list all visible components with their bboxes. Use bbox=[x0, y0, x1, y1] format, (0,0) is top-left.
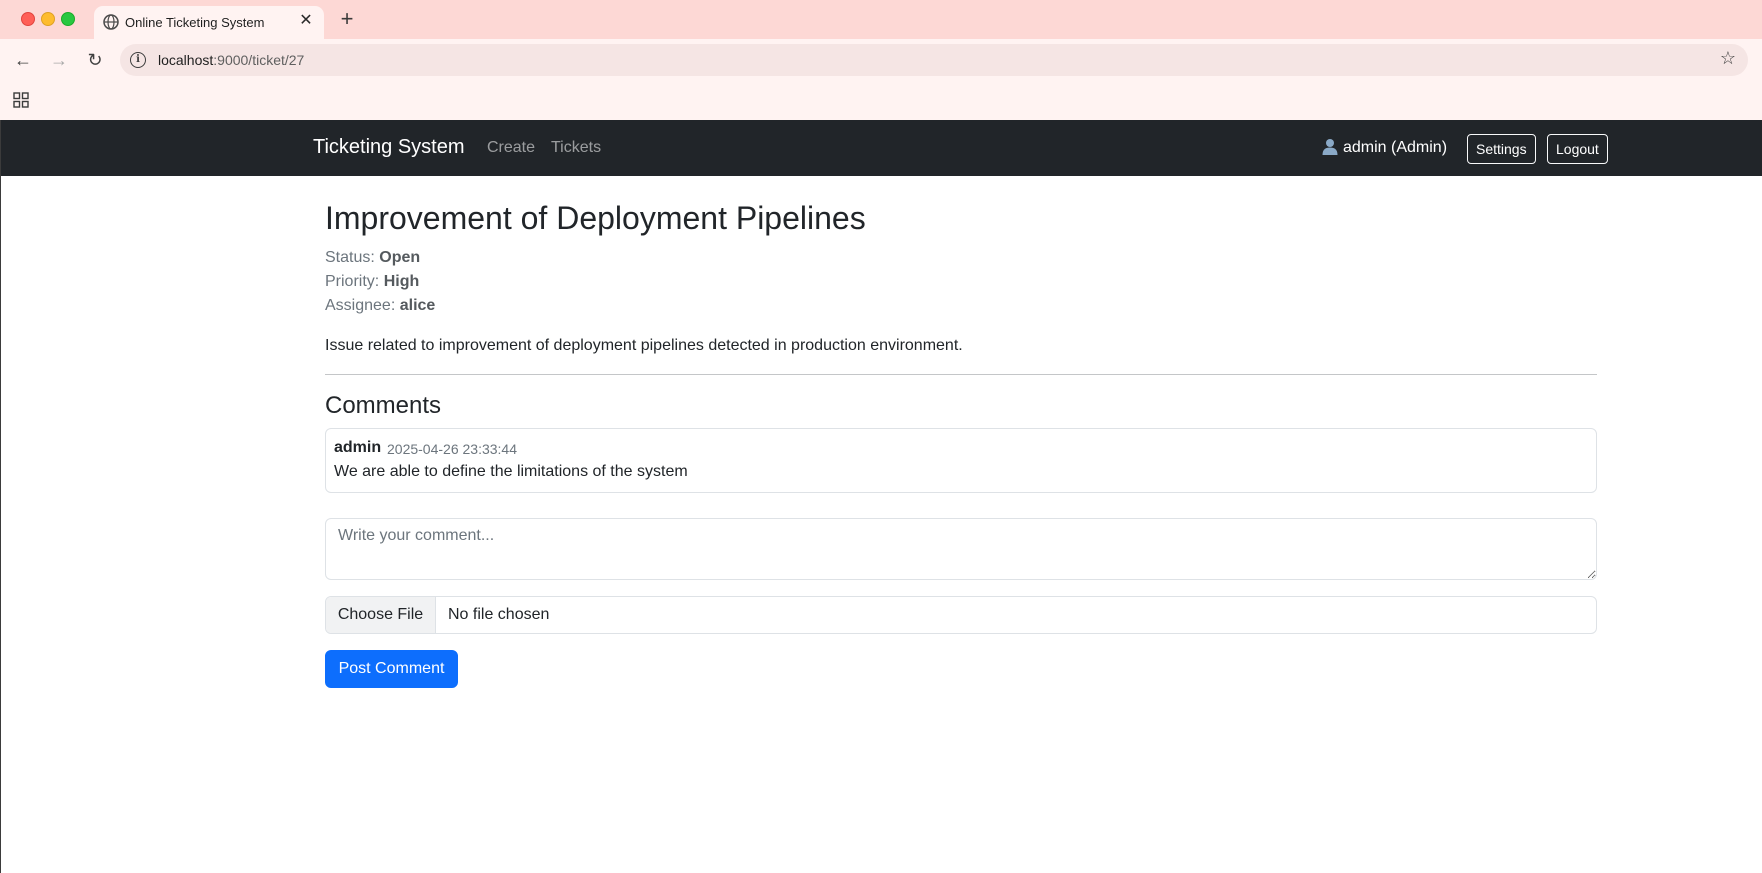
browser-toolbar: ← → ↻ i localhost:9000/ticket/27 ☆ bbox=[0, 39, 1762, 81]
user-name: admin (Admin) bbox=[1343, 139, 1448, 156]
info-icon[interactable]: i bbox=[130, 52, 146, 68]
reload-icon[interactable]: ↻ bbox=[82, 47, 108, 73]
divider bbox=[325, 374, 1597, 375]
brand-link[interactable]: Ticketing System bbox=[313, 136, 465, 159]
close-tab-icon[interactable]: ✕ bbox=[296, 11, 316, 31]
window-edge bbox=[0, 120, 1, 873]
priority-value: High bbox=[383, 273, 420, 290]
file-upload-field[interactable]: Choose File No file chosen bbox=[325, 596, 1597, 634]
settings-button[interactable]: Settings bbox=[1467, 134, 1536, 164]
status-value: Open bbox=[379, 249, 421, 266]
logout-button[interactable]: Logout bbox=[1547, 134, 1608, 164]
file-status: No file chosen bbox=[448, 606, 550, 623]
apps-icon[interactable] bbox=[13, 92, 29, 108]
comment-input[interactable] bbox=[325, 518, 1597, 580]
comments-heading: Comments bbox=[325, 392, 442, 419]
ticket-status: Status: Open bbox=[325, 249, 420, 267]
tab-title: Online Ticketing System bbox=[125, 15, 265, 30]
browser-chrome: Online Ticketing System ✕ + ← → ↻ i loca… bbox=[0, 0, 1762, 120]
new-tab-button[interactable]: + bbox=[334, 6, 360, 32]
comment-text: We are able to define the limitations of… bbox=[334, 463, 688, 480]
priority-label: Priority: bbox=[325, 273, 380, 290]
maximize-window-button[interactable] bbox=[61, 12, 75, 26]
close-window-button[interactable] bbox=[21, 12, 35, 26]
ticket-description: Issue related to improvement of deployme… bbox=[325, 337, 963, 354]
comment-author: admin bbox=[334, 439, 382, 456]
back-arrow-icon[interactable]: ← bbox=[10, 47, 36, 73]
url-host: localhost bbox=[158, 52, 214, 68]
globe-icon bbox=[103, 14, 119, 30]
url-path: :9000/ticket/27 bbox=[213, 52, 305, 68]
bookmarks-bar bbox=[0, 81, 1762, 120]
current-user: admin (Admin) bbox=[1321, 137, 1447, 157]
page-title: Improvement of Deployment Pipelines bbox=[325, 200, 866, 236]
address-bar[interactable]: i localhost:9000/ticket/27 ☆ bbox=[120, 44, 1748, 76]
tab-strip: Online Ticketing System ✕ + bbox=[0, 0, 1762, 39]
ticket-priority: Priority: High bbox=[325, 273, 419, 291]
assignee-value: alice bbox=[399, 297, 436, 314]
nav-link-create[interactable]: Create bbox=[487, 139, 535, 157]
status-label: Status: bbox=[325, 249, 375, 266]
url-text[interactable]: localhost:9000/ticket/27 bbox=[158, 52, 304, 68]
nav-link-tickets[interactable]: Tickets bbox=[551, 139, 601, 157]
choose-file-button[interactable]: Choose File bbox=[326, 597, 436, 633]
app-navbar: Ticketing System Create Tickets admin (A… bbox=[0, 120, 1762, 176]
forward-arrow-icon[interactable]: → bbox=[46, 47, 72, 73]
minimize-window-button[interactable] bbox=[41, 12, 55, 26]
ticket-assignee: Assignee: alice bbox=[325, 297, 435, 315]
comment-timestamp: 2025-04-26 23:33:44 bbox=[387, 441, 517, 457]
star-icon[interactable]: ☆ bbox=[1720, 48, 1736, 69]
user-icon bbox=[1322, 139, 1338, 155]
assignee-label: Assignee: bbox=[325, 297, 396, 314]
post-comment-button[interactable]: Post Comment bbox=[325, 650, 458, 688]
comment-item: admin 2025-04-26 23:33:44 We are able to… bbox=[325, 428, 1597, 493]
browser-tab-active[interactable]: Online Ticketing System ✕ bbox=[94, 6, 324, 39]
